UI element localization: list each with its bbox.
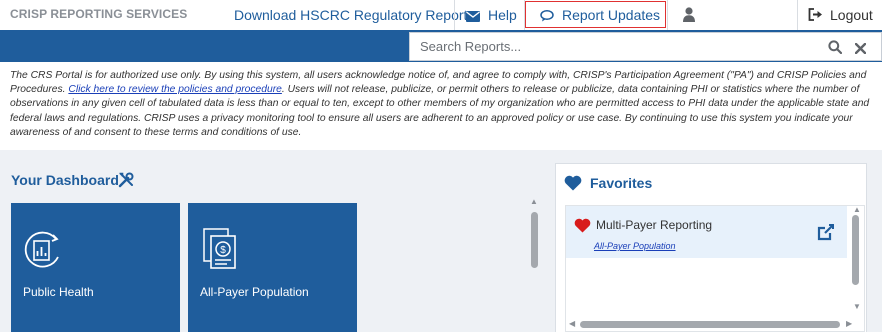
- favorite-heart-icon[interactable]: [574, 218, 591, 238]
- favorites-vertical-thumb[interactable]: [852, 215, 859, 285]
- brand-title: CRISP REPORTING SERVICES: [10, 7, 188, 21]
- nav-divider: [667, 0, 668, 30]
- logout-icon[interactable]: [808, 8, 823, 26]
- download-reports-link[interactable]: Download HSCRC Regulatory Reports: [234, 7, 474, 23]
- search-icon[interactable]: [828, 40, 843, 59]
- heart-icon: [564, 175, 582, 196]
- search-box: [409, 32, 882, 61]
- favorite-item-subtitle[interactable]: All-Payer Population: [594, 241, 676, 251]
- top-navbar: CRISP REPORTING SERVICES Download HSCRC …: [0, 0, 882, 30]
- all-payer-document-icon: $: [202, 227, 242, 278]
- policies-link[interactable]: Click here to review the policies and pr…: [68, 84, 282, 95]
- help-link[interactable]: Help: [488, 7, 517, 23]
- favorites-title: Favorites: [590, 175, 653, 191]
- tile-label: All-Payer Population: [200, 285, 309, 299]
- nav-divider: [454, 0, 455, 30]
- tile-all-payer-population[interactable]: $ All-Payer Population: [188, 203, 357, 332]
- usage-disclaimer: The CRS Portal is for authorized use onl…: [10, 69, 872, 140]
- envelope-icon[interactable]: [466, 9, 480, 27]
- favorite-item-title[interactable]: Multi-Payer Reporting: [596, 218, 712, 232]
- svg-text:$: $: [220, 245, 226, 256]
- tile-public-health[interactable]: Public Health: [11, 203, 180, 332]
- scroll-up-arrow-icon[interactable]: ▲: [530, 198, 538, 206]
- report-updates-link[interactable]: Report Updates: [562, 7, 660, 23]
- dashboard-scroll-thumb[interactable]: [531, 212, 538, 268]
- tile-label: Public Health: [23, 285, 94, 299]
- favorites-scroll-left-icon[interactable]: ◀: [569, 320, 575, 328]
- favorites-horizontal-thumb[interactable]: [580, 321, 840, 328]
- external-link-icon[interactable]: [816, 222, 836, 247]
- logout-link[interactable]: Logout: [830, 7, 873, 23]
- favorites-scroll-down-icon[interactable]: ▼: [853, 303, 861, 311]
- user-icon[interactable]: [683, 7, 695, 27]
- search-input[interactable]: [410, 33, 810, 60]
- favorites-scroll-right-icon[interactable]: ▶: [846, 320, 852, 328]
- chat-bubble-icon[interactable]: [540, 9, 554, 27]
- nav-divider: [797, 0, 798, 30]
- clear-search-icon[interactable]: [854, 41, 867, 59]
- page: CRISP REPORTING SERVICES Download HSCRC …: [0, 0, 882, 332]
- tools-icon[interactable]: [118, 172, 134, 193]
- dashboard-title: Your Dashboard: [11, 172, 119, 188]
- public-health-icon: [22, 229, 62, 278]
- favorites-scroll-up-icon[interactable]: ▲: [853, 206, 861, 214]
